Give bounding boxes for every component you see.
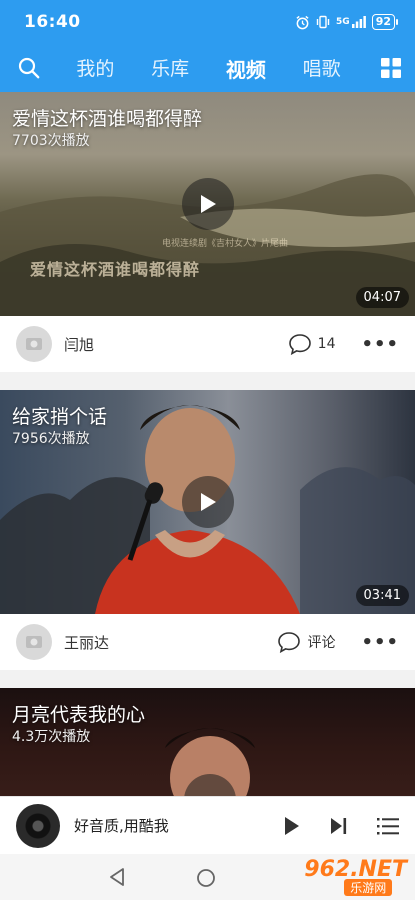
- video-meta-row: 王丽达 评论 •••: [0, 614, 415, 670]
- video-card: 给家捎个话 7956次播放 03:41 王丽达 评论 •••: [0, 390, 415, 670]
- comment-button[interactable]: 14: [288, 333, 336, 355]
- back-button[interactable]: [108, 867, 126, 891]
- status-time: 16:40: [24, 12, 81, 32]
- status-icons: 5G 92: [295, 14, 399, 30]
- video-subtitle: 爱情这杯酒谁喝都得醉: [30, 260, 201, 279]
- play-icon: [200, 493, 216, 511]
- video-thumbnail[interactable]: 给家捎个话 7956次播放 03:41: [0, 390, 415, 614]
- comment-icon: [288, 334, 311, 355]
- nav-row: 我的 乐库 视频 唱歌: [0, 44, 415, 92]
- comment-label: 评论: [307, 635, 336, 651]
- video-card: 月亮代表我的心 4.3万次播放: [0, 688, 415, 808]
- card-divider: [0, 372, 415, 390]
- video-thumbnail[interactable]: 月亮代表我的心 4.3万次播放: [0, 688, 415, 808]
- card-divider: [0, 670, 415, 688]
- tab-video[interactable]: 视频: [226, 54, 266, 83]
- vibrate-icon: [316, 15, 330, 29]
- app-screen: 16:40 5G 92 我的 乐库 视频 唱歌 爱情这杯酒谁喝都得醉 7703次…: [0, 0, 415, 900]
- status-bar: 16:40 5G 92: [0, 0, 415, 44]
- site-watermark: 962.NET 乐游网: [304, 854, 407, 900]
- playlist-icon: [377, 817, 399, 834]
- video-subtitle-small: 电视连续剧《吉村女人》片尾曲: [162, 239, 289, 249]
- home-circle-icon: [197, 869, 215, 887]
- play-button[interactable]: [181, 476, 234, 528]
- more-options-button[interactable]: •••: [361, 632, 399, 653]
- tab-sing[interactable]: 唱歌: [303, 54, 341, 83]
- battery-indicator: 92: [371, 14, 399, 30]
- comment-count: 14: [317, 336, 336, 352]
- play-count: 7703次播放: [12, 133, 90, 149]
- video-thumbnail[interactable]: 爱情这杯酒谁喝都得醉 7703次播放 电视连续剧《吉村女人》片尾曲 爱情这杯酒谁…: [0, 92, 415, 316]
- video-duration: 04:07: [355, 287, 409, 308]
- main-tabs: 我的 乐库 视频 唱歌: [58, 54, 367, 83]
- author-avatar[interactable]: [16, 326, 52, 362]
- signal-label: 5G: [336, 17, 350, 27]
- home-button[interactable]: [196, 868, 216, 892]
- video-feed: 爱情这杯酒谁喝都得醉 7703次播放 电视连续剧《吉村女人》片尾曲 爱情这杯酒谁…: [0, 92, 415, 808]
- video-card: 爱情这杯酒谁喝都得醉 7703次播放 电视连续剧《吉村女人》片尾曲 爱情这杯酒谁…: [0, 92, 415, 372]
- play-icon: [200, 195, 216, 213]
- author-name[interactable]: 王丽达: [64, 632, 277, 653]
- back-triangle-icon: [110, 868, 124, 886]
- play-count: 7956次播放: [12, 431, 90, 447]
- alarm-icon: [295, 15, 310, 30]
- play-pause-button[interactable]: [283, 816, 301, 836]
- avatar-placeholder-icon: [26, 338, 42, 350]
- watermark-name: 乐游网: [344, 878, 393, 896]
- skip-next-icon: [331, 817, 347, 834]
- grid-icon: [381, 58, 401, 78]
- comment-button[interactable]: 评论: [277, 631, 335, 653]
- player-track-text[interactable]: 好音质,用酷我: [74, 815, 255, 836]
- avatar-placeholder-icon: [26, 636, 42, 648]
- signal-5g-icon: 5G: [336, 16, 366, 28]
- tab-mine[interactable]: 我的: [76, 54, 114, 83]
- album-disc-icon[interactable]: [16, 803, 60, 848]
- more-options-button[interactable]: •••: [361, 334, 399, 355]
- video-meta-row: 闫旭 14 •••: [0, 316, 415, 372]
- mini-player[interactable]: 好音质,用酷我: [0, 796, 415, 854]
- search-button[interactable]: [0, 57, 58, 79]
- play-button[interactable]: [181, 178, 234, 230]
- play-count: 4.3万次播放: [12, 729, 91, 745]
- comment-icon: [278, 632, 301, 653]
- watermark-domain: 962.NET: [304, 856, 407, 882]
- video-title: 给家捎个话: [12, 406, 108, 428]
- search-icon: [18, 57, 40, 79]
- video-duration: 03:41: [355, 585, 409, 606]
- next-track-button[interactable]: [329, 816, 349, 836]
- author-name[interactable]: 闫旭: [64, 334, 288, 355]
- system-nav-bar: 962.NET 乐游网: [0, 854, 415, 900]
- menu-grid-button[interactable]: [367, 58, 415, 78]
- video-title: 月亮代表我的心: [12, 704, 146, 726]
- play-icon: [285, 816, 299, 835]
- top-bar: 16:40 5G 92 我的 乐库 视频 唱歌: [0, 0, 415, 92]
- tab-library[interactable]: 乐库: [151, 54, 189, 83]
- video-title: 爱情这杯酒谁喝都得醉: [12, 108, 203, 130]
- playlist-button[interactable]: [377, 816, 399, 836]
- author-avatar[interactable]: [16, 624, 52, 660]
